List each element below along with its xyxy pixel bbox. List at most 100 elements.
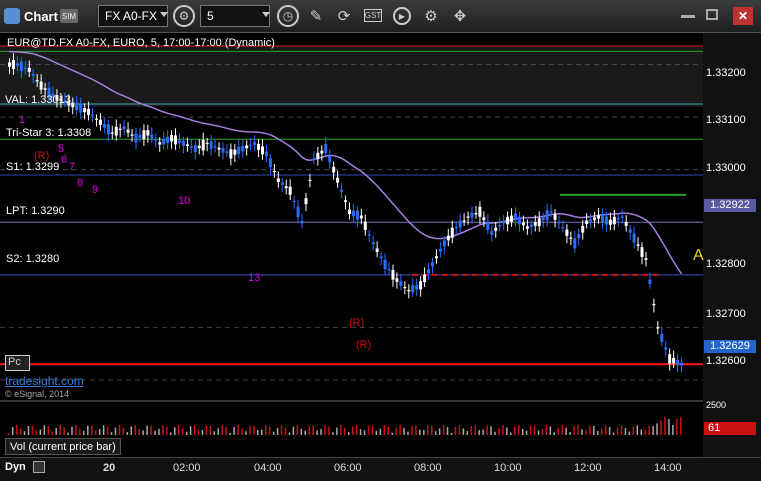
chart-description: EUR@TD.FX A0-FX, EURO, 5, 17:00-17:00 (D… xyxy=(7,37,275,49)
candle-body xyxy=(482,217,486,221)
volume-bar xyxy=(185,431,188,435)
volume-bar xyxy=(308,425,310,435)
volume-bar xyxy=(371,425,374,435)
candle-body xyxy=(411,285,415,293)
volume-bar xyxy=(438,428,441,435)
watermark-link[interactable]: tradesight.com xyxy=(5,374,84,388)
volume-bar xyxy=(529,425,532,435)
gst-icon[interactable]: GST xyxy=(364,9,382,22)
volume-bar xyxy=(91,425,93,435)
volume-bar xyxy=(415,425,417,435)
volume-bar xyxy=(565,427,567,435)
volume-bar xyxy=(126,432,129,435)
settings-gear-icon[interactable]: ⚙ xyxy=(421,6,441,26)
volume-bar xyxy=(328,426,330,435)
maximize-icon[interactable] xyxy=(706,9,718,20)
volume-bar xyxy=(628,431,631,435)
volume-bar xyxy=(245,431,247,435)
candle-body xyxy=(660,334,664,342)
minimize-icon[interactable] xyxy=(681,15,695,18)
volume-bar xyxy=(122,427,125,435)
candle-body xyxy=(529,224,533,228)
candle-body xyxy=(189,146,193,148)
candle-body xyxy=(324,144,328,154)
candle-body xyxy=(458,220,462,228)
sync-icon[interactable]: ✥ xyxy=(450,6,470,26)
draw-pen-icon[interactable]: ✎ xyxy=(306,6,326,26)
candle-body xyxy=(264,151,268,157)
settings-icon[interactable]: ⚙ xyxy=(173,5,195,27)
candle-body xyxy=(434,256,438,259)
candle-body xyxy=(478,206,482,217)
close-icon[interactable]: ✕ xyxy=(733,7,753,25)
candle-body xyxy=(245,145,249,149)
volume-bar xyxy=(581,429,583,435)
candle-body xyxy=(284,186,288,189)
volume-bar xyxy=(344,427,346,435)
volume-bar xyxy=(561,425,563,435)
volume-bar xyxy=(47,426,50,435)
volume-bar xyxy=(549,426,552,435)
interval-input[interactable]: 5 xyxy=(200,5,270,27)
symbol-input[interactable]: FX A0-FX xyxy=(98,5,168,27)
pc-button[interactable]: Pc xyxy=(5,355,30,371)
volume-bar xyxy=(264,425,267,435)
price-chart[interactable] xyxy=(0,33,761,457)
candle-body xyxy=(442,240,446,247)
candle-body xyxy=(585,220,589,225)
volume-bar xyxy=(102,425,105,435)
volume-bar xyxy=(332,432,334,435)
volume-bar xyxy=(138,429,140,435)
volume-bar xyxy=(521,428,524,435)
clock-icon[interactable]: ◷ xyxy=(277,5,299,27)
symbol-dropdown-icon[interactable] xyxy=(160,12,168,17)
resistance-marker: (R) xyxy=(356,339,372,351)
volume-bar xyxy=(114,427,117,435)
volume-bar xyxy=(494,431,496,435)
volume-bar xyxy=(43,425,46,435)
candle-body xyxy=(344,200,348,203)
play-icon[interactable]: ▶ xyxy=(393,7,411,25)
candle-body xyxy=(395,278,399,282)
volume-bar xyxy=(59,425,61,435)
candle-body xyxy=(229,149,233,159)
time-tick: 04:00 xyxy=(254,462,282,474)
volume-bar xyxy=(237,425,239,435)
candle-body xyxy=(150,134,154,139)
candle-body xyxy=(27,67,31,72)
dyn-button[interactable]: Dyn xyxy=(5,461,26,473)
candle-body xyxy=(612,216,616,225)
candle-body xyxy=(525,226,529,229)
volume-study-label[interactable]: Vol (current price bar) xyxy=(5,438,121,455)
volume-bar xyxy=(470,425,473,435)
lpt-level-label: LPT: 1.3290 xyxy=(6,205,65,217)
candle-body xyxy=(470,212,474,218)
candle-body xyxy=(221,148,225,153)
volume-bar xyxy=(399,425,401,435)
candle-body xyxy=(79,104,83,113)
volume-bar xyxy=(261,429,263,435)
time-tick: 02:00 xyxy=(173,462,201,474)
volume-bar xyxy=(632,426,635,435)
candle-body xyxy=(209,141,213,149)
candle-body xyxy=(193,145,197,152)
candle-body xyxy=(146,130,150,136)
volume-bar xyxy=(604,425,607,435)
volume-bar xyxy=(482,429,484,435)
refresh-icon[interactable]: ⟳ xyxy=(334,6,354,26)
candle-body xyxy=(316,152,320,159)
volume-bar xyxy=(268,426,271,435)
volume-bar xyxy=(387,426,390,435)
interval-dropdown-icon[interactable] xyxy=(262,12,270,17)
candle-body xyxy=(494,227,498,231)
volume-bar xyxy=(537,430,540,435)
volume-bar xyxy=(644,429,646,435)
marker-label: 7 xyxy=(69,161,76,173)
volume-bar xyxy=(608,426,611,435)
volume-bar xyxy=(395,427,397,435)
marker-label: 6 xyxy=(61,154,68,166)
candle-body xyxy=(474,213,478,215)
candle-body xyxy=(521,222,525,226)
dyn-settings-icon[interactable] xyxy=(33,461,45,473)
volume-bar xyxy=(146,425,148,435)
